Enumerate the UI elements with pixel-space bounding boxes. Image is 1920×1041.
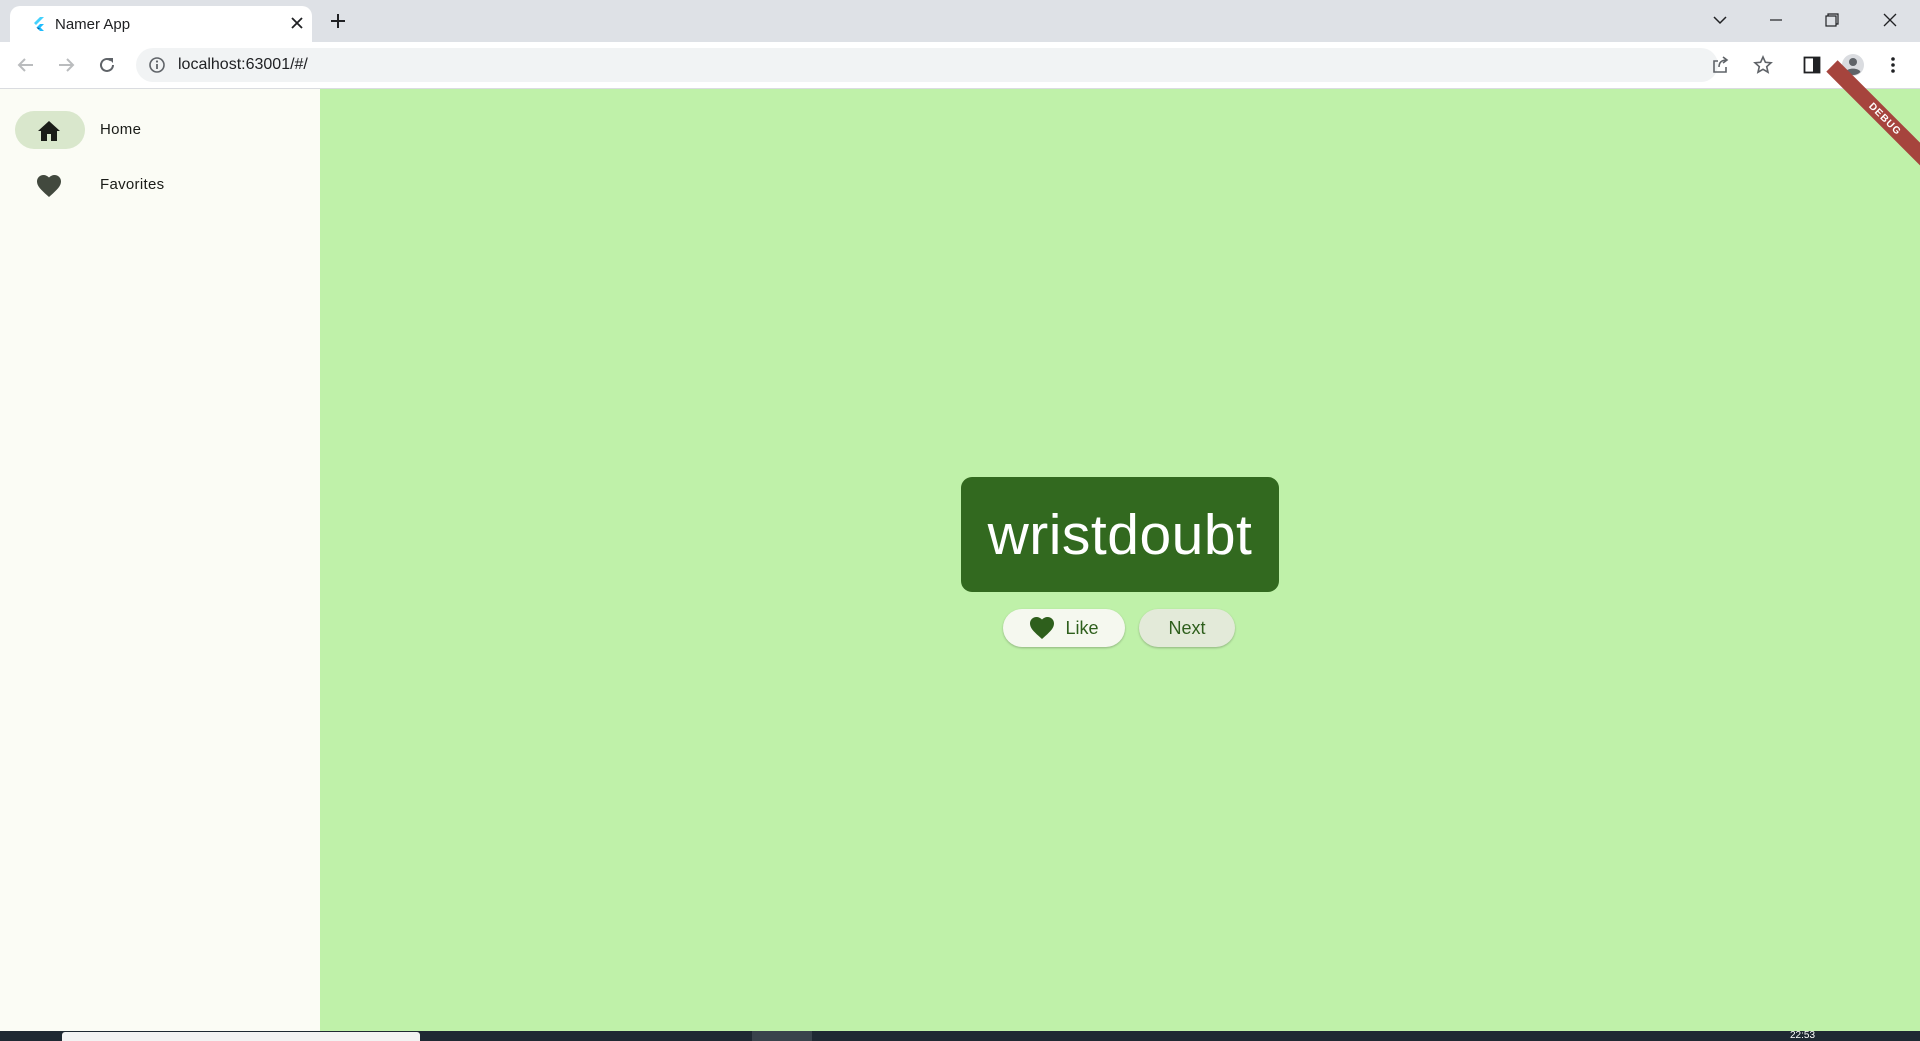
browser-tab[interactable]: Namer App: [10, 6, 312, 42]
word-pair-text: wristdoubt: [987, 502, 1253, 567]
reload-icon: [100, 57, 114, 72]
forward-button[interactable]: [50, 49, 82, 81]
star-icon: [1753, 55, 1773, 74]
arrow-left-icon: [17, 58, 33, 72]
flutter-logo-icon: [30, 15, 48, 33]
close-tab-icon[interactable]: [287, 13, 307, 33]
next-button[interactable]: Next: [1139, 609, 1235, 647]
like-button-label: Like: [1065, 617, 1099, 638]
kebab-menu-icon: [1891, 57, 1895, 73]
taskbar-search-box[interactable]: [62, 1032, 420, 1041]
home-icon: [36, 118, 62, 144]
new-tab-button[interactable]: [326, 9, 350, 33]
like-button[interactable]: Like: [1003, 609, 1125, 647]
back-button[interactable]: [10, 49, 42, 81]
side-panel-icon: [1803, 56, 1821, 74]
minimize-button[interactable]: [1748, 0, 1804, 40]
heart-icon: [1030, 617, 1055, 639]
close-window-button[interactable]: [1862, 0, 1918, 40]
nav-label-home: Home: [100, 121, 142, 138]
taskbar-clock: 22:53: [1790, 1030, 1816, 1041]
url-text: localhost:63001/#/: [178, 56, 308, 73]
generator-page: wristdoubt Like Next DEBUG: [320, 60, 1920, 1031]
nav-item-home[interactable]: Home: [0, 103, 320, 159]
site-info-icon[interactable]: [148, 56, 166, 74]
heart-icon: [36, 173, 62, 199]
next-button-label: Next: [1168, 617, 1206, 638]
restore-button[interactable]: [1804, 0, 1860, 40]
nav-item-favorites[interactable]: Favorites: [0, 158, 320, 214]
browser-menu-button[interactable]: [1877, 49, 1909, 81]
nav-label-favorites: Favorites: [100, 176, 165, 193]
reload-button[interactable]: [91, 49, 123, 81]
taskbar-active-app[interactable]: [752, 1031, 812, 1041]
word-pair-card: wristdoubt: [961, 477, 1279, 592]
browser-tab-strip: Namer App: [0, 0, 1920, 42]
side-panel-button[interactable]: [1796, 49, 1828, 81]
browser-toolbar: localhost:63001/#/: [0, 42, 1920, 89]
tab-title: Namer App: [55, 16, 131, 33]
os-taskbar: 22:53: [0, 1031, 1920, 1041]
address-bar[interactable]: localhost:63001/#/: [136, 48, 1729, 82]
navigation-rail: Home Favorites: [0, 89, 320, 1031]
bookmark-button[interactable]: [1747, 49, 1779, 81]
tab-search-icon[interactable]: [1692, 0, 1748, 40]
arrow-right-icon: [59, 58, 75, 72]
share-icon[interactable]: [1708, 53, 1732, 77]
namer-app: Home Favorites wristdoubt Like Next DEBU…: [0, 60, 1920, 1031]
